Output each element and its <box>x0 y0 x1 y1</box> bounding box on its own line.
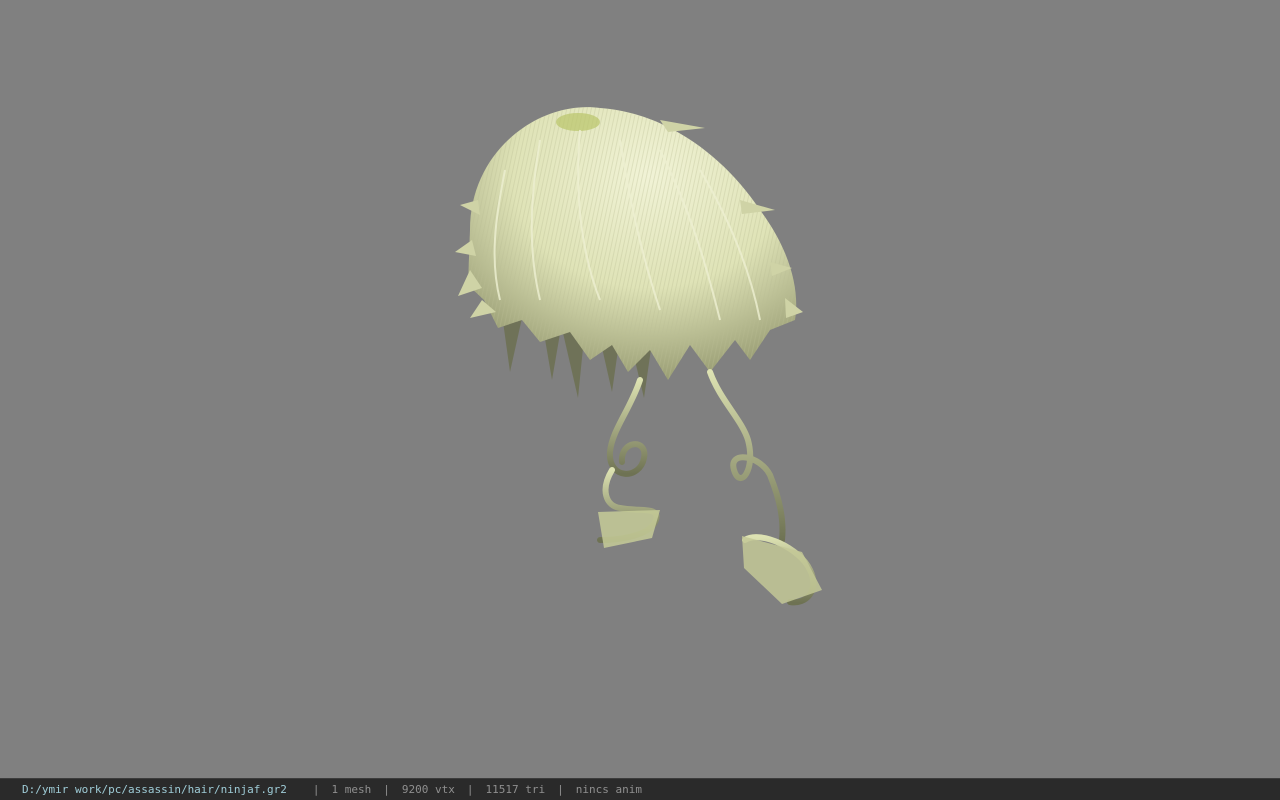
status-bar: D:/ymir work/pc/assassin/hair/ninjaf.gr2… <box>0 778 1280 800</box>
mesh-count-label: 1 mesh <box>331 783 372 796</box>
status-separator: | <box>557 783 564 796</box>
triangle-count-label: 11517 tri <box>485 783 546 796</box>
animation-status-label: nincs anim <box>575 783 642 796</box>
status-separator: | <box>466 783 474 796</box>
vertex-count-label: 9200 vtx <box>401 783 455 796</box>
file-path-label: D:/ymir work/pc/assassin/hair/ninjaf.gr2 <box>22 783 287 796</box>
hair-crown <box>556 113 600 131</box>
3d-viewport[interactable] <box>0 0 1280 778</box>
status-separator: | <box>383 783 390 796</box>
hair-left-curl-tip <box>598 510 660 548</box>
status-separator: | <box>312 783 320 796</box>
hair-model-render[interactable] <box>0 0 1280 778</box>
